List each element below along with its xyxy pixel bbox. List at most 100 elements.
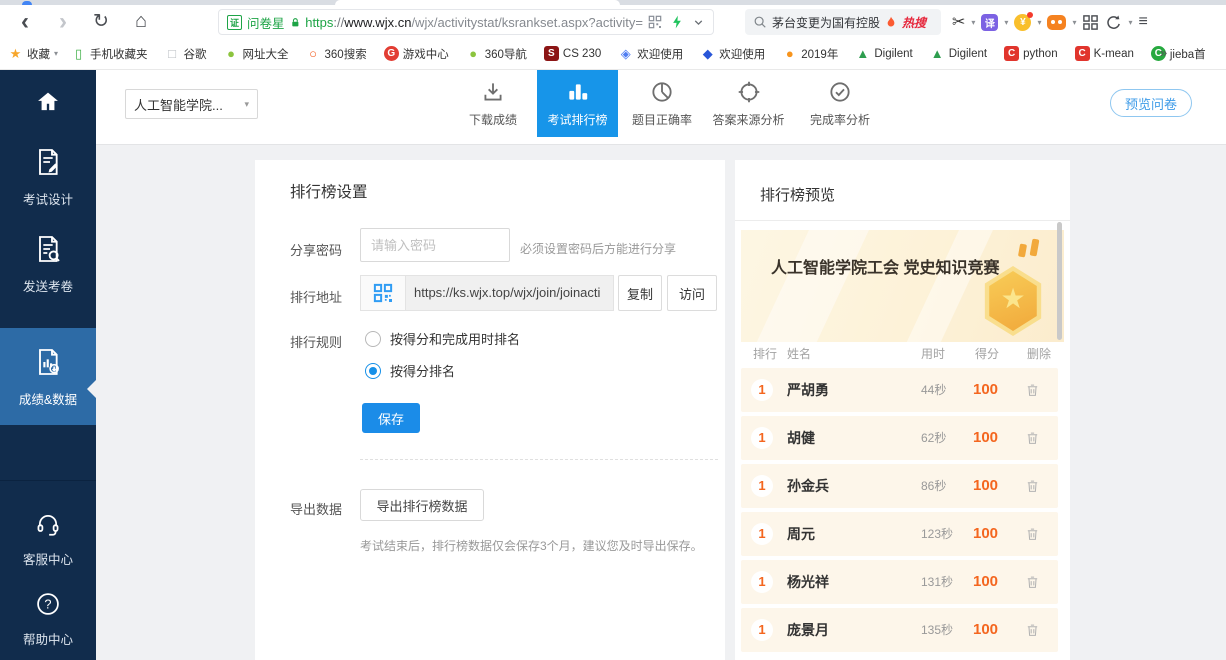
contest-banner: 人工智能学院工会 党史知识竞赛 ★ <box>741 230 1064 342</box>
bookmark-item[interactable]: ▲ Digilent <box>855 46 916 61</box>
copy-button[interactable]: 复制 <box>618 275 662 311</box>
download-icon <box>480 79 506 105</box>
rule-option-score-and-time[interactable]: 按得分和完成用时排名 <box>365 329 520 348</box>
tab-label: 考试排行榜 <box>547 111 607 128</box>
share-password-input[interactable] <box>360 228 510 262</box>
notification-dot <box>1027 12 1033 18</box>
delete-row-button[interactable] <box>1025 574 1040 595</box>
tab-download-scores[interactable]: 下载成绩 <box>451 70 535 137</box>
reload-button[interactable]: ↻ <box>84 5 118 38</box>
preview-survey-button[interactable]: 预览问卷 <box>1110 89 1192 117</box>
bookmark-item[interactable]: C python <box>1004 46 1062 61</box>
section-divider <box>360 459 718 460</box>
tab-answer-source-analysis[interactable]: 答案来源分析 <box>701 70 796 137</box>
exam-design-icon <box>32 146 64 178</box>
bookmark-item[interactable]: ○ 360搜索 <box>306 46 371 62</box>
sidebar-item-home[interactable] <box>0 88 96 121</box>
translate-icon[interactable]: 译 <box>981 14 998 31</box>
caret-down-icon[interactable]: ▾ <box>1004 18 1008 27</box>
hot-search-label[interactable]: 热搜 <box>902 14 926 31</box>
delete-row-button[interactable] <box>1025 622 1040 643</box>
bookmark-item[interactable]: □ 谷歌 <box>165 46 211 62</box>
bookmark-item[interactable]: ◈ 欢迎使用 <box>618 46 687 62</box>
sidebar-item-label: 考试设计 <box>0 189 96 208</box>
rank-badge: 1 <box>751 571 773 593</box>
search-query: 茅台变更为国有控股 <box>772 14 880 31</box>
time-used: 135秒 <box>921 608 953 652</box>
tab-exam-ranking[interactable]: 考试排行榜 <box>537 70 618 137</box>
bookmark-item[interactable]: ▯ 手机收藏夹 <box>71 46 152 62</box>
bookmark-item[interactable]: ● 360导航 <box>466 46 531 62</box>
trash-icon <box>1025 430 1040 446</box>
wallet-icon[interactable]: ¥ <box>1014 14 1031 31</box>
password-hint: 必须设置密码后方能进行分享 <box>520 240 676 257</box>
undo-history-icon[interactable] <box>1105 14 1122 31</box>
chevron-down-icon[interactable] <box>692 16 705 29</box>
delete-row-button[interactable] <box>1025 430 1040 451</box>
caret-down-icon[interactable]: ▾ <box>1037 18 1041 27</box>
sidebar-item-exam-design[interactable]: 考试设计 <box>0 146 96 208</box>
survey-select-dropdown[interactable]: 人工智能学院... ▾ <box>125 89 258 119</box>
bookmark-favicon: ● <box>782 46 797 61</box>
sidebar-item-help-center[interactable]: ? 帮助中心 <box>0 590 96 648</box>
star-icon: ★ <box>981 282 1045 315</box>
caret-down-icon[interactable]: ▾ <box>1128 18 1132 27</box>
forward-button[interactable]: › <box>46 5 80 38</box>
table-row: 1 孙金兵 86秒 100 <box>741 464 1058 508</box>
preview-scrollbar[interactable] <box>1057 222 1062 340</box>
apps-grid-icon[interactable] <box>1082 14 1099 31</box>
caret-down-icon[interactable]: ▾ <box>971 18 975 27</box>
rule-option-score-only[interactable]: 按得分排名 <box>365 361 455 380</box>
bookmark-item[interactable]: ● 2019年 <box>782 46 842 62</box>
rank-badge: 1 <box>751 379 773 401</box>
bookmark-item[interactable]: G 游戏中心 <box>384 46 453 62</box>
flame-icon <box>885 15 897 29</box>
screenshot-scissors-icon[interactable]: ✂ <box>952 12 965 32</box>
help-icon: ? <box>34 590 62 618</box>
home-icon <box>33 88 63 116</box>
caret-down-icon[interactable]: ▾ <box>1072 18 1076 27</box>
sidebar-item-support-center[interactable]: 客服中心 <box>0 510 96 568</box>
sidebar-item-scores-data[interactable]: 成绩&数据 <box>0 346 96 408</box>
qr-code-button[interactable] <box>360 275 406 311</box>
rank-badge: 1 <box>751 427 773 449</box>
lightning-icon[interactable] <box>671 15 683 29</box>
bookmark-item[interactable]: C K-mean <box>1075 46 1138 61</box>
gold-medal-icon: ★ <box>981 266 1045 336</box>
bookmark-item[interactable]: ▲ Digilent <box>930 46 991 61</box>
delete-row-button[interactable] <box>1025 478 1040 499</box>
score-value: 100 <box>973 416 998 460</box>
radio-checked[interactable] <box>365 363 381 379</box>
trash-icon <box>1025 622 1040 638</box>
bookmark-label: 360导航 <box>485 46 527 62</box>
back-button[interactable]: ‹ <box>8 5 42 38</box>
participant-name: 庞景月 <box>787 608 829 652</box>
delete-row-button[interactable] <box>1025 382 1040 403</box>
bookmark-item[interactable]: S CS 230 <box>544 46 605 61</box>
menu-icon[interactable]: ≡ <box>1138 13 1148 31</box>
save-button[interactable]: 保存 <box>362 403 420 433</box>
export-data-label: 导出数据 <box>290 499 342 518</box>
active-item-notch <box>87 380 96 398</box>
tab-question-accuracy[interactable]: 题目正确率 <box>620 70 704 137</box>
bookmark-item[interactable]: ● 网址大全 <box>224 46 293 62</box>
games-controller-icon[interactable] <box>1047 15 1066 30</box>
tab-completion-rate-analysis[interactable]: 完成率分析 <box>796 70 884 137</box>
table-row: 1 周元 123秒 100 <box>741 512 1058 556</box>
bookmark-label: 收藏 <box>27 46 50 62</box>
bookmark-item[interactable]: ◆ 欢迎使用 <box>700 46 769 62</box>
bookmark-item[interactable]: ★ 收藏 ▾ <box>8 46 58 62</box>
export-ranking-data-button[interactable]: 导出排行榜数据 <box>360 489 484 521</box>
more-bookmarks-chevron[interactable]: » <box>1160 45 1167 60</box>
sidebar-item-send-exam[interactable]: 发送考卷 <box>0 233 96 295</box>
delete-row-button[interactable] <box>1025 526 1040 547</box>
bookmark-label: 手机收藏夹 <box>90 46 148 62</box>
browser-home-button[interactable]: ⌂ <box>124 5 158 38</box>
address-bar[interactable]: 证 问卷星 https://www.wjx.cn/wjx/activitysta… <box>218 9 714 35</box>
qr-code-icon[interactable] <box>648 15 662 29</box>
ranking-table-header: 排行 姓名 用时 得分 删除 <box>741 345 1058 365</box>
browser-search-box[interactable]: 茅台变更为国有控股 热搜 <box>745 9 941 35</box>
radio-unchecked[interactable] <box>365 331 381 347</box>
score-value: 100 <box>973 464 998 508</box>
visit-button[interactable]: 访问 <box>667 275 717 311</box>
